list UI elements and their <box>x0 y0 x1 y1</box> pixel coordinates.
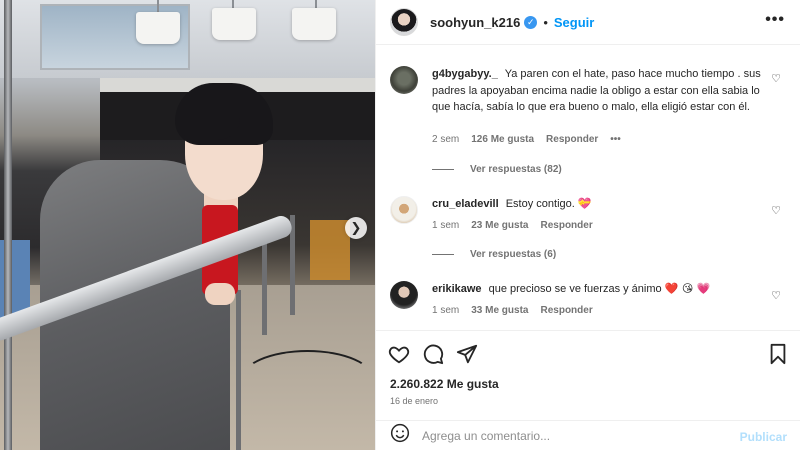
share-icon[interactable] <box>456 343 478 365</box>
reply-button[interactable]: Responder <box>546 134 598 145</box>
next-photo-button[interactable]: ❯ <box>345 217 367 239</box>
commenter-username[interactable]: g4bygabyy._ <box>432 68 498 80</box>
action-bar <box>376 330 800 372</box>
likes-count[interactable]: 2.260.822 Me gusta <box>390 377 499 391</box>
heart-icon[interactable] <box>388 343 410 365</box>
comment-time: 2 sem <box>432 134 460 145</box>
reply-button[interactable]: Responder <box>540 220 592 231</box>
comment-text: Estoy contigo. <box>505 198 575 210</box>
commenter-username[interactable]: cru_eladevill <box>432 198 499 210</box>
publish-button[interactable]: Publicar <box>740 430 787 444</box>
post-photo[interactable]: ❯ <box>0 0 375 450</box>
comment-more-icon[interactable]: ••• <box>610 134 621 145</box>
commenter-avatar[interactable] <box>390 281 418 309</box>
comment-time: 1 sem <box>432 305 460 316</box>
follow-button[interactable]: Seguir <box>554 15 594 30</box>
like-comment-icon[interactable]: ♡ <box>771 204 781 217</box>
view-replies-button[interactable]: Ver respuestas (82) <box>432 164 562 175</box>
view-replies-button[interactable]: Ver respuestas (6) <box>432 249 556 260</box>
post-panel: soohyun_k216 ✓ • Seguir ••• g4bygabyy._ … <box>375 0 800 450</box>
post-header: soohyun_k216 ✓ • Seguir ••• <box>376 0 800 45</box>
separator-dot: • <box>543 14 548 30</box>
bookmark-icon[interactable] <box>767 343 789 365</box>
emoji-icon[interactable] <box>390 423 410 448</box>
comment-emoji: ❤️ 😘 💗 <box>664 282 711 295</box>
commenter-avatar[interactable] <box>390 66 418 94</box>
comment-emoji: 💝 <box>577 197 592 210</box>
more-options-icon[interactable]: ••• <box>765 11 785 29</box>
comment-likes[interactable]: 33 Me gusta <box>471 305 528 316</box>
chevron-right-icon: ❯ <box>350 220 362 235</box>
commenter-avatar[interactable] <box>390 196 418 224</box>
verified-icon: ✓ <box>524 15 538 29</box>
comment-likes[interactable]: 126 Me gusta <box>471 134 534 145</box>
reply-button[interactable]: Responder <box>540 305 592 316</box>
comment-text: que precioso se ve fuerzas y ánimo <box>488 283 662 295</box>
commenter-username[interactable]: erikikawe <box>432 283 482 295</box>
comment-composer: Publicar <box>376 420 800 450</box>
like-comment-icon[interactable]: ♡ <box>771 289 781 302</box>
author-username[interactable]: soohyun_k216 <box>430 15 520 30</box>
post-date: 16 de enero <box>390 396 439 406</box>
like-comment-icon[interactable]: ♡ <box>771 72 781 85</box>
comment-likes[interactable]: 23 Me gusta <box>471 220 528 231</box>
comment-icon[interactable] <box>422 343 444 365</box>
author-avatar[interactable] <box>390 8 418 36</box>
comment-input[interactable] <box>422 428 722 443</box>
comment-time: 1 sem <box>432 220 460 231</box>
